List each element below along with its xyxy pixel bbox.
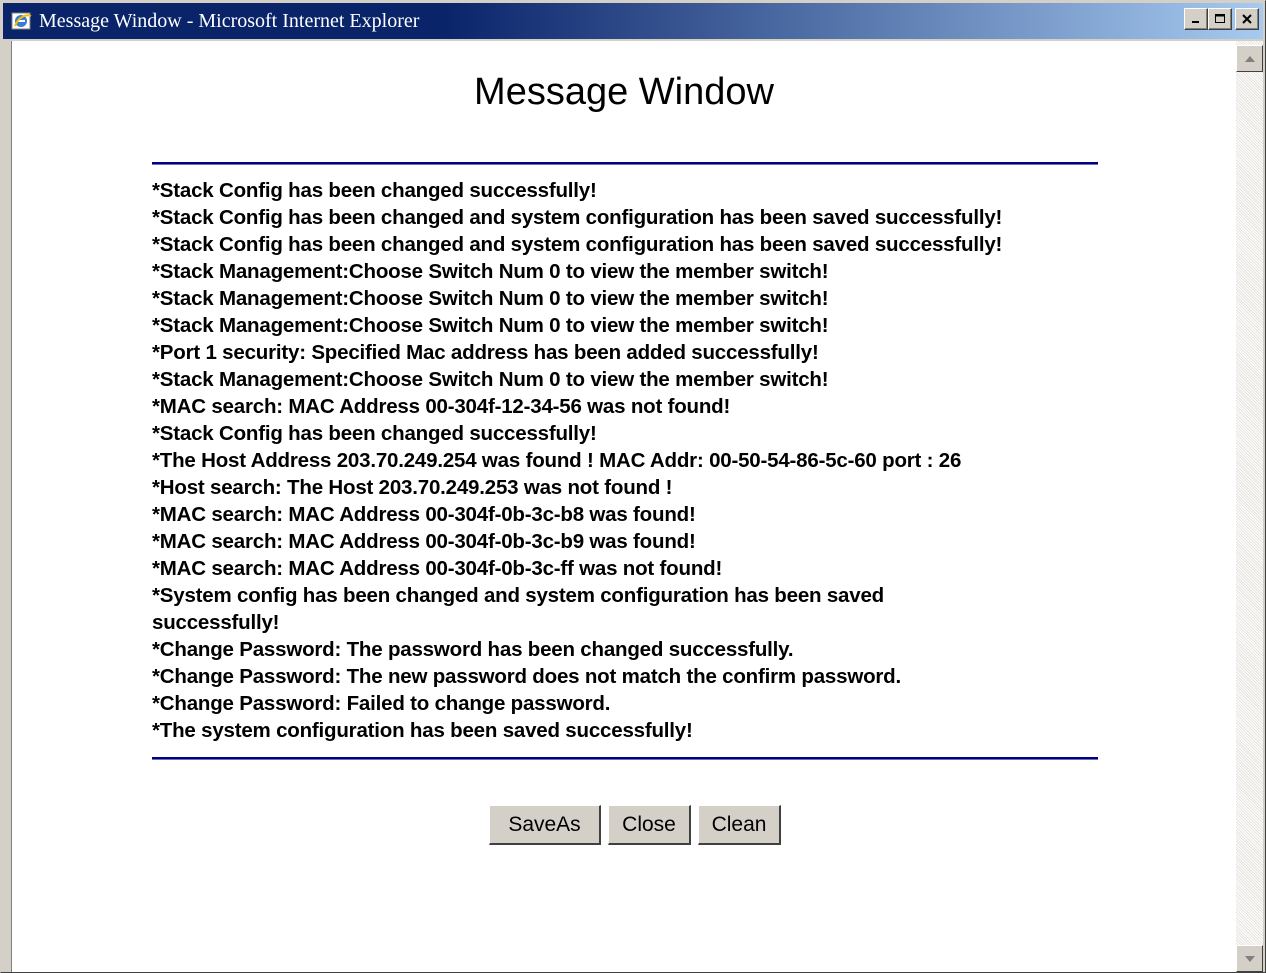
message-item: *Stack Config has been changed successfu… <box>152 422 597 445</box>
arrow-down-icon <box>1244 955 1255 962</box>
clean-button[interactable]: Clean <box>698 805 781 845</box>
vertical-scrollbar[interactable] <box>1236 41 1263 972</box>
close-icon <box>1242 14 1252 24</box>
message-item: *Port 1 security: Specified Mac address … <box>152 341 819 364</box>
page-content: Message Window *Stack Config has been ch… <box>11 41 1236 972</box>
browser-window: Message Window - Microsoft Internet Expl… <box>0 0 1266 973</box>
scroll-down-button[interactable] <box>1236 945 1263 972</box>
bottom-divider <box>152 757 1098 760</box>
window-controls <box>1184 8 1259 30</box>
message-item: *MAC search: MAC Address 00-304f-0b-3c-b… <box>152 503 696 526</box>
message-item: *Stack Config has been changed and syste… <box>152 233 1003 256</box>
message-item: *Stack Config has been changed successfu… <box>152 179 597 202</box>
window-title: Message Window - Microsoft Internet Expl… <box>39 9 420 32</box>
title-bar[interactable]: Message Window - Microsoft Internet Expl… <box>3 3 1263 39</box>
internet-explorer-icon <box>11 10 33 32</box>
message-item: *Stack Management:Choose Switch Num 0 to… <box>152 314 829 337</box>
message-item: *Change Password: Failed to change passw… <box>152 692 611 715</box>
message-item: *Stack Management:Choose Switch Num 0 to… <box>152 287 829 310</box>
maximize-icon <box>1215 14 1225 23</box>
message-item: *The system configuration has been saved… <box>152 719 693 742</box>
message-item: *MAC search: MAC Address 00-304f-12-34-5… <box>152 395 731 418</box>
message-item: *System config has been changed and syst… <box>152 584 884 634</box>
message-item: *Change Password: The new password does … <box>152 665 901 688</box>
close-window-button[interactable] <box>1235 8 1259 30</box>
message-list: *Stack Config has been changed successfu… <box>152 177 1102 744</box>
action-buttons: SaveAs Close Clean <box>12 805 1236 845</box>
message-item: *Host search: The Host 203.70.249.253 wa… <box>152 476 673 499</box>
minimize-button[interactable] <box>1184 8 1208 30</box>
top-divider <box>152 162 1098 165</box>
message-item: *Stack Config has been changed and syste… <box>152 206 1003 229</box>
maximize-button[interactable] <box>1208 8 1232 30</box>
scroll-up-button[interactable] <box>1236 45 1263 72</box>
message-item: *MAC search: MAC Address 00-304f-0b-3c-f… <box>152 557 723 580</box>
message-item: *Change Password: The password has been … <box>152 638 794 661</box>
message-item: *Stack Management:Choose Switch Num 0 to… <box>152 368 829 391</box>
arrow-up-icon <box>1244 55 1255 62</box>
message-item: *MAC search: MAC Address 00-304f-0b-3c-b… <box>152 530 696 553</box>
message-item: *Stack Management:Choose Switch Num 0 to… <box>152 260 829 283</box>
minimize-icon <box>1192 21 1199 23</box>
close-button[interactable]: Close <box>608 805 691 845</box>
page-heading: Message Window <box>474 71 774 113</box>
saveas-button[interactable]: SaveAs <box>489 805 601 845</box>
message-item: *The Host Address 203.70.249.254 was fou… <box>152 449 962 472</box>
